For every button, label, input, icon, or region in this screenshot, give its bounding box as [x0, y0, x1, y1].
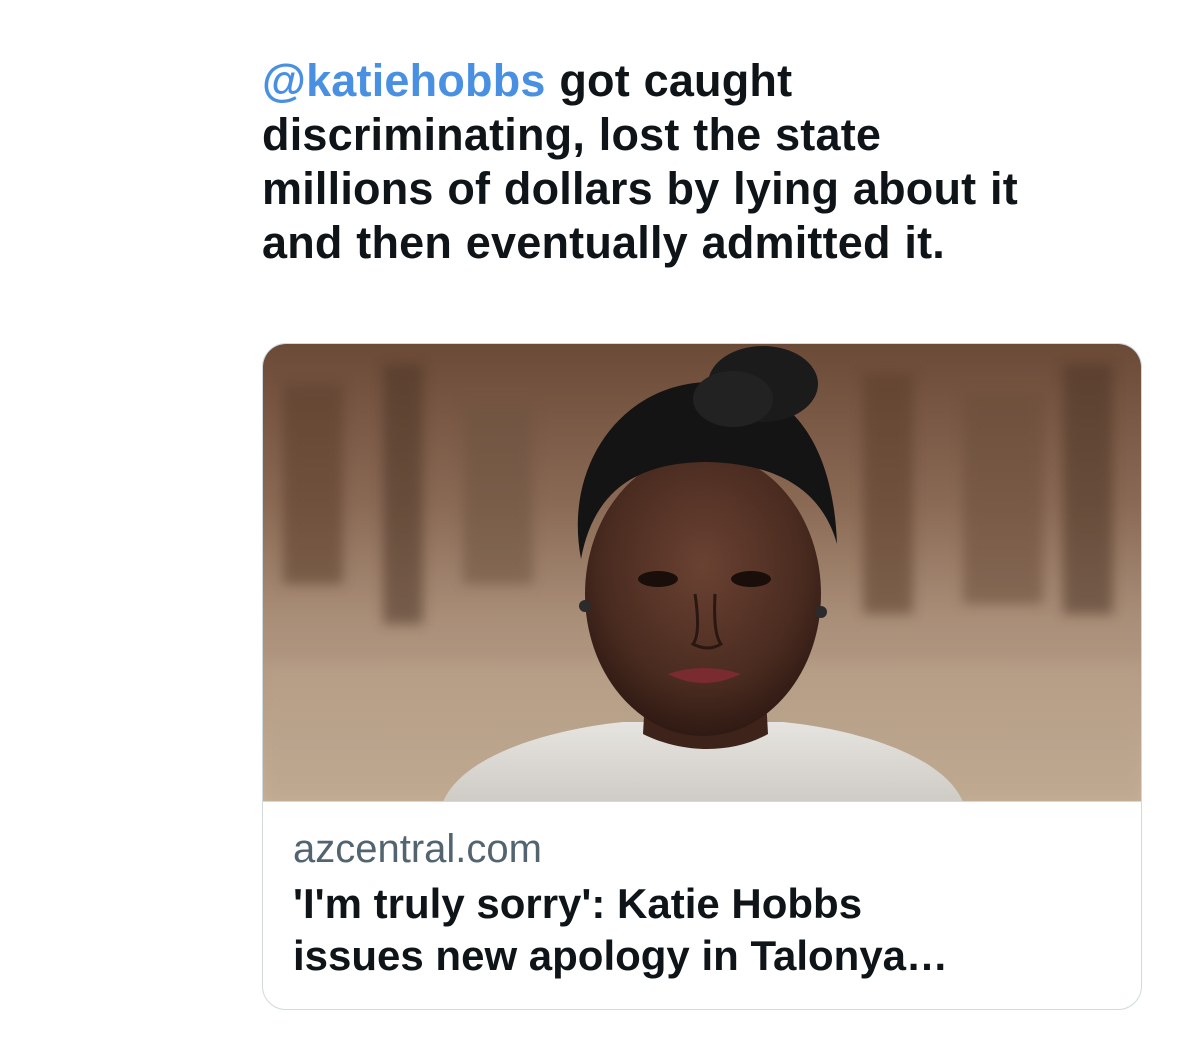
news-photo-portrait	[263, 344, 1141, 801]
tweet-text-line2: discriminating, lost the state	[262, 109, 882, 160]
card-image[interactable]	[263, 344, 1141, 802]
card-title: 'I'm truly sorry': Katie Hobbs issues ne…	[293, 878, 1111, 982]
card-title-line2: issues new apology in Talonya…	[293, 932, 949, 979]
tweet-body: @katiehobbs got caught discriminating, l…	[262, 54, 1162, 270]
mention-link[interactable]: @katiehobbs	[262, 55, 546, 106]
tweet-text-line4: and then eventually admitted it.	[262, 217, 946, 268]
card-meta: azcentral.com 'I'm truly sorry': Katie H…	[263, 802, 1141, 982]
tweet-text-line3: millions of dollars by lying about it	[262, 163, 1018, 214]
link-preview-card[interactable]: azcentral.com 'I'm truly sorry': Katie H…	[262, 343, 1142, 1010]
card-domain: azcentral.com	[293, 827, 542, 871]
tweet-text-line1: got caught	[545, 55, 793, 106]
card-title-line1: 'I'm truly sorry': Katie Hobbs	[293, 880, 863, 927]
tweet-text: @katiehobbs got caught discriminating, l…	[262, 54, 1162, 270]
